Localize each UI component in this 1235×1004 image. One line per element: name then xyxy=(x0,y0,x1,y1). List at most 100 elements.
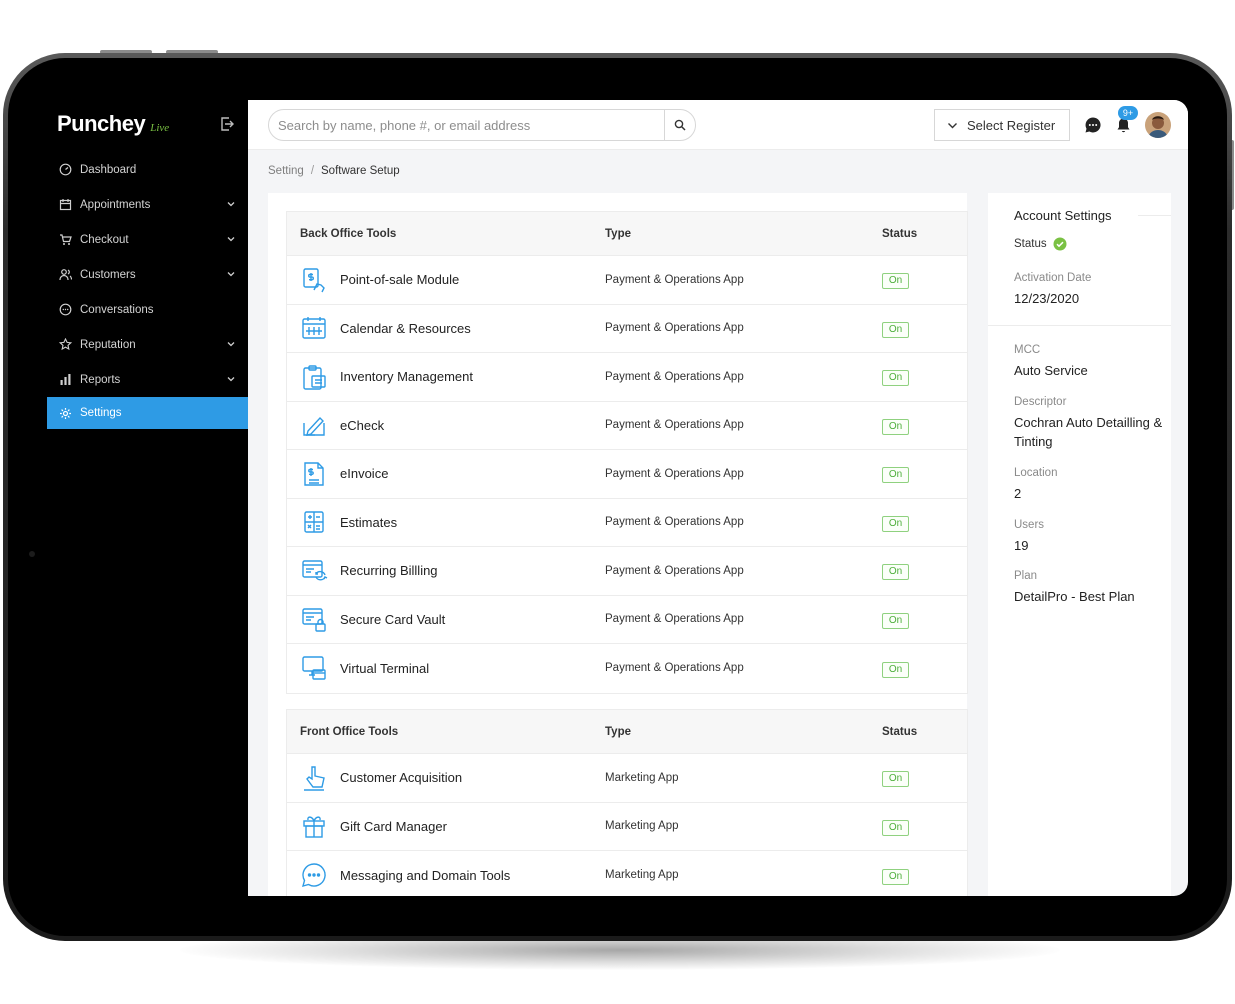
table-row[interactable]: Gift Card Manager Marketing App On xyxy=(287,803,967,851)
activation-date-value: 12/23/2020 xyxy=(1014,291,1080,306)
status-badge[interactable]: On xyxy=(882,515,909,532)
logout-icon[interactable] xyxy=(219,116,235,132)
status-badge[interactable]: On xyxy=(882,321,909,338)
tool-type: Payment & Operations App xyxy=(605,419,744,432)
tool-type: Payment & Operations App xyxy=(605,273,744,286)
sidebar-item-conversations[interactable]: Conversations xyxy=(47,292,248,327)
activation-date-label: Activation Date xyxy=(1014,272,1092,284)
users-value: 19 xyxy=(1014,538,1029,553)
status-badge[interactable]: On xyxy=(882,771,909,788)
table-row[interactable]: eInvoice Payment & Operations App On xyxy=(287,450,967,499)
logo-name: Punchey xyxy=(57,111,146,136)
table-row[interactable]: Estimates Payment & Operations App On xyxy=(287,499,967,547)
tool-type: Payment & Operations App xyxy=(605,564,744,577)
sidebar-item-label: Settings xyxy=(80,407,122,419)
column-header-type: Type xyxy=(605,725,631,738)
breadcrumb-parent[interactable]: Setting xyxy=(268,165,304,177)
plan-value: DetailPro - Best Plan xyxy=(1014,589,1135,604)
status-badge[interactable]: On xyxy=(882,819,909,836)
monitor-card-icon xyxy=(300,654,328,682)
tool-type: Payment & Operations App xyxy=(605,516,744,529)
chevron-down-icon xyxy=(948,122,957,128)
tool-name: Inventory Management xyxy=(340,369,473,385)
tool-type: Marketing App xyxy=(605,771,679,784)
calculator-icon xyxy=(300,508,328,536)
status-badge[interactable]: On xyxy=(882,273,909,290)
table-row[interactable]: Virtual Terminal Payment & Operations Ap… xyxy=(287,644,967,693)
column-header-name: Back Office Tools xyxy=(300,227,397,240)
status-badge[interactable]: On xyxy=(882,370,909,387)
account-settings-title: Account Settings xyxy=(1014,208,1112,223)
sidebar-item-customers[interactable]: Customers xyxy=(47,257,248,292)
status-badge[interactable]: On xyxy=(882,564,909,581)
search-input[interactable] xyxy=(269,110,665,140)
device-mockup: Punchey Live Dashboard Appointments Chec… xyxy=(0,0,1235,1004)
table-row[interactable]: Customer Acquisition Marketing App On xyxy=(287,754,967,803)
messages-icon[interactable] xyxy=(1084,116,1102,134)
tool-name: Virtual Terminal xyxy=(340,660,430,676)
sidebar-item-settings[interactable]: Settings xyxy=(47,397,248,429)
gear-icon xyxy=(59,407,72,420)
tool-name: eCheck xyxy=(340,417,385,433)
status-badge[interactable]: On xyxy=(882,418,909,435)
dashboard-icon xyxy=(59,163,72,176)
tool-type: Marketing App xyxy=(605,820,679,833)
search-icon xyxy=(674,119,686,131)
location-value: 2 xyxy=(1014,486,1022,501)
search-button[interactable] xyxy=(664,110,695,140)
tool-name: Recurring Billling xyxy=(340,563,438,579)
breadcrumb-current: Software Setup xyxy=(321,165,400,177)
plan-label: Plan xyxy=(1014,570,1038,582)
calendar-grid-icon xyxy=(300,314,328,342)
star-icon xyxy=(59,338,72,351)
breadcrumb: Setting / Software Setup xyxy=(268,165,400,177)
sidebar-item-appointments[interactable]: Appointments xyxy=(47,187,248,222)
sidebar-item-label: Appointments xyxy=(80,198,151,211)
column-header-type: Type xyxy=(605,227,631,240)
sidebar-item-label: Conversations xyxy=(80,303,154,316)
table-row[interactable]: eCheck Payment & Operations App On xyxy=(287,402,967,450)
sidebar-item-reports[interactable]: Reports xyxy=(47,362,248,397)
tool-type: Payment & Operations App xyxy=(605,662,744,675)
logo: Punchey Live xyxy=(57,110,169,138)
chevron-down-icon xyxy=(226,374,236,384)
check-sign-icon xyxy=(300,411,328,439)
select-register-dropdown[interactable]: Select Register xyxy=(934,109,1070,141)
card-lock-icon xyxy=(300,605,328,633)
table-row[interactable]: Calendar & Resources Payment & Operation… xyxy=(287,305,967,353)
table-row[interactable]: Secure Card Vault Payment & Operations A… xyxy=(287,596,967,644)
check-circle-icon xyxy=(1053,237,1067,251)
tool-name: Secure Card Vault xyxy=(340,611,446,627)
status-badge[interactable]: On xyxy=(882,868,909,885)
status-badge[interactable]: On xyxy=(882,661,909,678)
sidebar-item-label: Checkout xyxy=(80,233,129,246)
table-row[interactable]: Messaging and Domain Tools Marketing App… xyxy=(287,851,967,896)
chevron-down-icon xyxy=(226,234,236,244)
mcc-value: Auto Service xyxy=(1014,363,1088,378)
tool-name: Messaging and Domain Tools xyxy=(340,867,511,883)
invoice-icon xyxy=(300,460,328,488)
table-row[interactable]: Point-of-sale Module Payment & Operation… xyxy=(287,256,967,305)
column-header-name: Front Office Tools xyxy=(300,725,399,738)
status-badge[interactable]: On xyxy=(882,612,909,629)
calendar-icon xyxy=(59,198,72,211)
mcc-label: MCC xyxy=(1014,344,1041,356)
tool-type: Payment & Operations App xyxy=(605,467,744,480)
table-header: Back Office Tools Type Status xyxy=(287,212,967,256)
chat-bubble-icon xyxy=(59,303,72,316)
divider xyxy=(1138,215,1171,216)
table-row[interactable]: Recurring Billling Payment & Operations … xyxy=(287,547,967,596)
message-dots-icon xyxy=(300,861,328,889)
avatar[interactable] xyxy=(1145,112,1171,138)
sidebar-item-dashboard[interactable]: Dashboard xyxy=(47,152,248,187)
tool-name: eInvoice xyxy=(340,466,389,482)
column-header-status: Status xyxy=(882,227,918,240)
sidebar-item-reputation[interactable]: Reputation xyxy=(47,327,248,362)
tool-type: Marketing App xyxy=(605,869,679,882)
sidebar-item-label: Reputation xyxy=(80,338,136,351)
tool-type: Payment & Operations App xyxy=(605,613,744,626)
sidebar-item-checkout[interactable]: Checkout xyxy=(47,222,248,257)
search-box xyxy=(268,109,696,141)
table-row[interactable]: Inventory Management Payment & Operation… xyxy=(287,353,967,402)
status-badge[interactable]: On xyxy=(882,467,909,484)
